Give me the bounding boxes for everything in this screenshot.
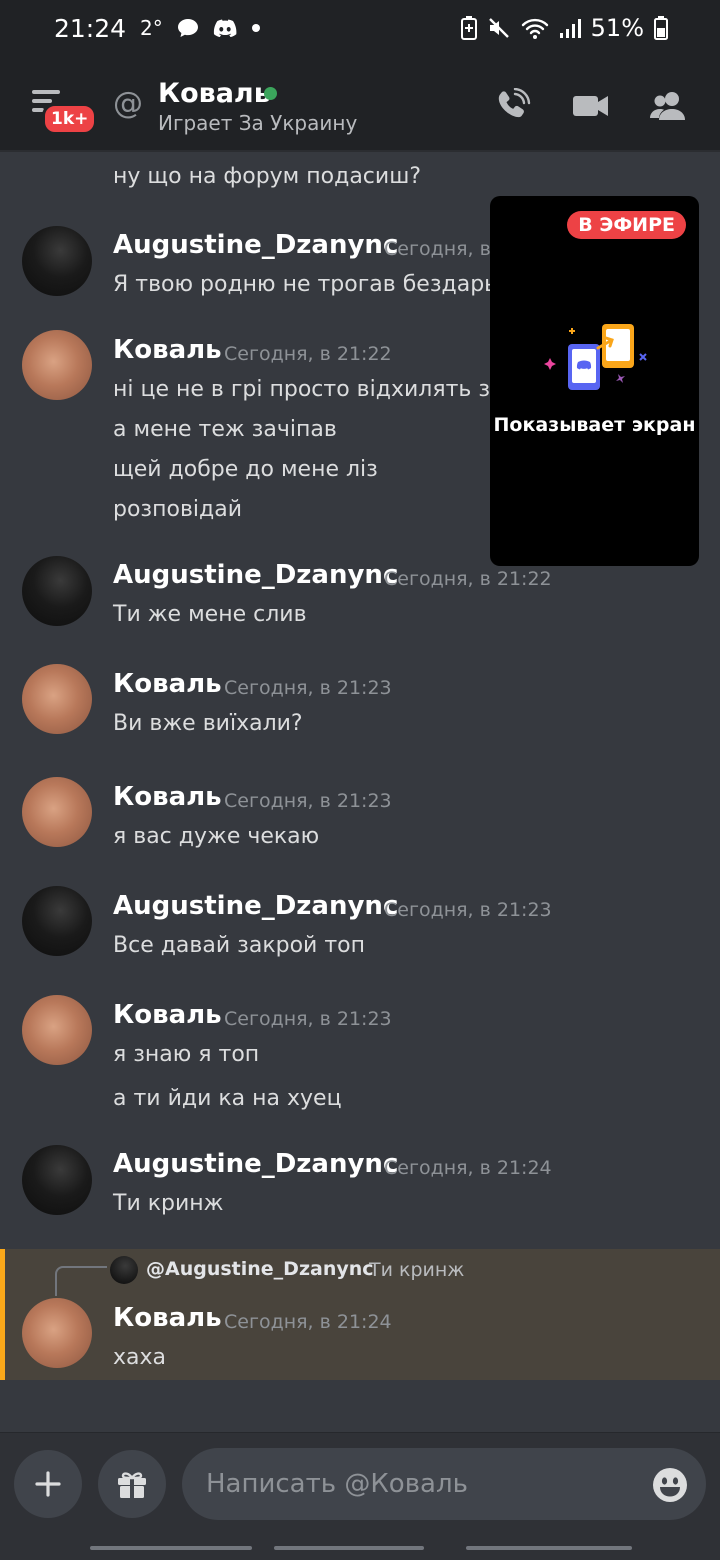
message-text: розповідай <box>113 497 243 522</box>
composer-bar <box>0 1432 720 1560</box>
video-call-button[interactable] <box>572 88 612 124</box>
battery-saver-icon <box>460 16 477 40</box>
battery-icon <box>654 16 668 40</box>
chat-header: 1k+ @ Коваль Играет За Украину <box>0 56 720 152</box>
avatar[interactable] <box>22 1145 92 1215</box>
activity-status: Играет За Украину <box>158 111 358 135</box>
status-temperature: 2° <box>140 16 163 40</box>
avatar[interactable] <box>22 886 92 956</box>
members-button[interactable] <box>648 88 688 124</box>
message-text: Все давай закрой топ <box>113 933 365 958</box>
online-status-icon <box>264 87 277 100</box>
screen-share-icon <box>544 324 647 390</box>
gesture-bar <box>274 1546 424 1550</box>
message-text: хаха <box>113 1345 167 1370</box>
message-text: я вас дуже чекаю <box>113 824 320 849</box>
video-camera-icon <box>573 96 608 116</box>
message-author[interactable]: Коваль <box>113 1000 222 1030</box>
message-text: Ви вже виїхали? <box>113 711 303 736</box>
call-button[interactable] <box>494 87 534 124</box>
message-timestamp: Сегодня, в 21:23 <box>224 1008 392 1030</box>
channel-name[interactable]: Коваль <box>158 78 271 109</box>
gesture-bar <box>90 1546 252 1550</box>
battery-percent: 51% <box>590 14 644 42</box>
add-attachment-button[interactable] <box>14 1450 82 1518</box>
message-text: щей добре до мене ліз <box>113 457 378 482</box>
message-timestamp: Сегодня, в 21:24 <box>224 1311 392 1333</box>
status-time: 21:24 <box>54 13 127 43</box>
message-text: я знаю я топ <box>113 1042 260 1067</box>
reply-connector <box>55 1266 107 1296</box>
stream-status-text: Показывает экран <box>493 414 696 436</box>
message-timestamp: Сегодня, в 21:22 <box>384 568 552 590</box>
message-text: ну що на форум подасиш? <box>113 164 422 189</box>
message-timestamp: Сегодня, в 21:23 <box>224 790 392 812</box>
gift-icon <box>118 1472 146 1498</box>
avatar[interactable] <box>22 330 92 400</box>
message-author[interactable]: Augustine_Dzanync <box>113 891 398 921</box>
message-author[interactable]: Augustine_Dzanync <box>113 560 398 590</box>
plus-icon <box>35 1471 61 1497</box>
message-author[interactable]: Коваль <box>113 1303 222 1333</box>
message-timestamp: Сегодня, в 21:22 <box>224 343 392 365</box>
signal-icon <box>559 17 581 39</box>
avatar[interactable] <box>22 995 92 1065</box>
avatar[interactable] <box>22 226 92 296</box>
message-text: Я твою родню не трогав бездарь <box>113 272 498 297</box>
message-author[interactable]: Augustine_Dzanync <box>113 230 398 260</box>
members-icon <box>650 92 685 120</box>
message-timestamp: Сегодня, в 21:23 <box>384 899 552 921</box>
message-text: а мене теж зачіпав <box>113 417 337 442</box>
avatar[interactable] <box>22 556 92 626</box>
wifi-icon <box>521 17 549 39</box>
avatar[interactable] <box>22 777 92 847</box>
emoji-icon <box>653 1468 687 1502</box>
message-timestamp: Сегодня, в 21:23 <box>224 677 392 699</box>
message-timestamp: Сегодня, в <box>384 238 491 260</box>
gesture-bar <box>466 1546 632 1550</box>
stream-preview[interactable]: В ЭФИРЕ Показывает экран <box>490 196 699 566</box>
at-icon: @ <box>113 86 143 121</box>
message-author[interactable]: Коваль <box>113 782 222 812</box>
message-input[interactable] <box>182 1448 706 1520</box>
live-badge: В ЭФИРЕ <box>567 211 686 239</box>
reply-avatar <box>110 1256 138 1284</box>
unread-badge: 1k+ <box>42 103 98 135</box>
dot-icon <box>251 23 261 33</box>
phone-call-icon <box>498 87 531 118</box>
reply-author[interactable]: @Augustine_Dzanync <box>146 1258 374 1280</box>
avatar[interactable] <box>22 664 92 734</box>
discord-notification-icon <box>213 19 237 37</box>
message-text: Ти кринж <box>113 1191 224 1216</box>
emoji-button[interactable] <box>652 1467 688 1503</box>
avatar[interactable] <box>22 1298 92 1368</box>
status-bar: 21:24 2° 51% <box>0 0 720 56</box>
message-text: ні це не в грі просто відхилять за <box>113 377 504 402</box>
message-timestamp: Сегодня, в 21:24 <box>384 1157 552 1179</box>
message-author[interactable]: Коваль <box>113 335 222 365</box>
mute-icon <box>487 16 511 40</box>
status-right: 51% <box>460 14 668 42</box>
status-left: 21:24 2° <box>54 14 261 43</box>
message-text: а ти йди ка на хуец <box>113 1086 342 1111</box>
gift-button[interactable] <box>98 1450 166 1518</box>
message-author[interactable]: Augustine_Dzanync <box>113 1149 398 1179</box>
message-author[interactable]: Коваль <box>113 669 222 699</box>
chat-notification-icon <box>177 18 199 38</box>
reply-preview[interactable]: Ти кринж <box>369 1259 464 1281</box>
message-text: Ти же мене слив <box>113 602 307 627</box>
